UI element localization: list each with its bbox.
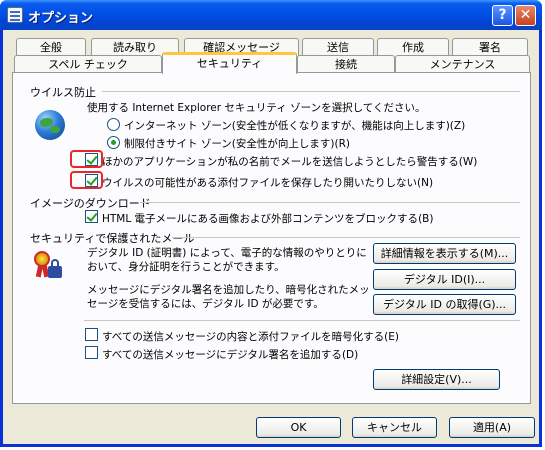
digital-ids-button[interactable]: デジタル ID(I)... [373, 269, 516, 290]
encrypt-all-label[interactable]: すべての送信メッセージの内容と添付ファイルを暗号化する(E) [102, 329, 399, 344]
digital-id-desc-line1: デジタル ID (証明書) によって、電子的な情報のやりとりに [87, 247, 367, 259]
title-bar[interactable]: オプション ? ✕ [0, 0, 542, 30]
block-images-label[interactable]: HTML 電子メールにある画像および外部コンテンツをブロックする(B) [102, 211, 433, 226]
more-info-button[interactable]: 詳細情報を表示する(M)... [373, 243, 516, 264]
get-digital-id-button[interactable]: デジタル ID の取得(G)... [373, 294, 516, 315]
warn-send-label[interactable]: ほかのアプリケーションが私の名前でメールを送信しようとしたら警告する(W) [102, 154, 477, 169]
internet-zone-label[interactable]: インターネット ゾーン(安全性が低くなりますが、機能は向上します)(Z) [124, 118, 465, 133]
certificate-lock-icon [30, 249, 68, 283]
ok-button[interactable]: OK [256, 417, 341, 438]
cancel-button[interactable]: キャンセル [352, 417, 437, 438]
group-divider [84, 320, 520, 321]
restricted-zone-radio[interactable] [107, 136, 120, 149]
block-attachments-label[interactable]: ウイルスの可能性がある添付ファイルを保存したり開いたりしない(N) [102, 175, 433, 190]
block-attachments-checkbox[interactable] [85, 174, 98, 187]
image-download-heading: イメージのダウンロード [30, 197, 151, 210]
block-images-checkbox[interactable] [85, 210, 98, 223]
tab-security[interactable]: セキュリティ [162, 52, 297, 74]
group-divider [140, 202, 520, 203]
options-app-icon [7, 7, 23, 23]
zone-prompt: 使用する Internet Explorer セキュリティ ゾーンを選択してくだ… [87, 102, 426, 114]
window-title: オプション [28, 11, 94, 26]
internet-zone-radio[interactable] [107, 118, 120, 131]
sign-encrypt-desc-line2: セージを受信するには、デジタル ID が必要です。 [87, 298, 324, 310]
digital-id-desc-line2: おいて、身分証明を行うことができます。 [87, 261, 285, 273]
group-divider [102, 91, 520, 92]
virus-protection-heading: ウイルス防止 [30, 86, 96, 99]
secure-mail-heading: セキュリティで保護されたメール [30, 232, 195, 245]
help-button[interactable]: ? [492, 5, 513, 26]
encrypt-all-checkbox[interactable] [85, 328, 98, 341]
group-divider [172, 237, 520, 238]
warn-send-checkbox[interactable] [85, 153, 98, 166]
sign-all-label[interactable]: すべての送信メッセージにデジタル署名を追加する(D) [102, 347, 358, 362]
sign-encrypt-desc-line1: メッセージにデジタル署名を追加したり、暗号化されたメッ [87, 284, 370, 296]
restricted-zone-label[interactable]: 制限付きサイト ゾーン(安全性が向上します)(R) [124, 136, 350, 151]
sign-all-checkbox[interactable] [85, 346, 98, 359]
advanced-button[interactable]: 詳細設定(V)... [373, 369, 500, 390]
apply-button[interactable]: 適用(A) [449, 417, 535, 438]
close-button[interactable]: ✕ [515, 5, 536, 26]
globe-icon [35, 110, 65, 140]
